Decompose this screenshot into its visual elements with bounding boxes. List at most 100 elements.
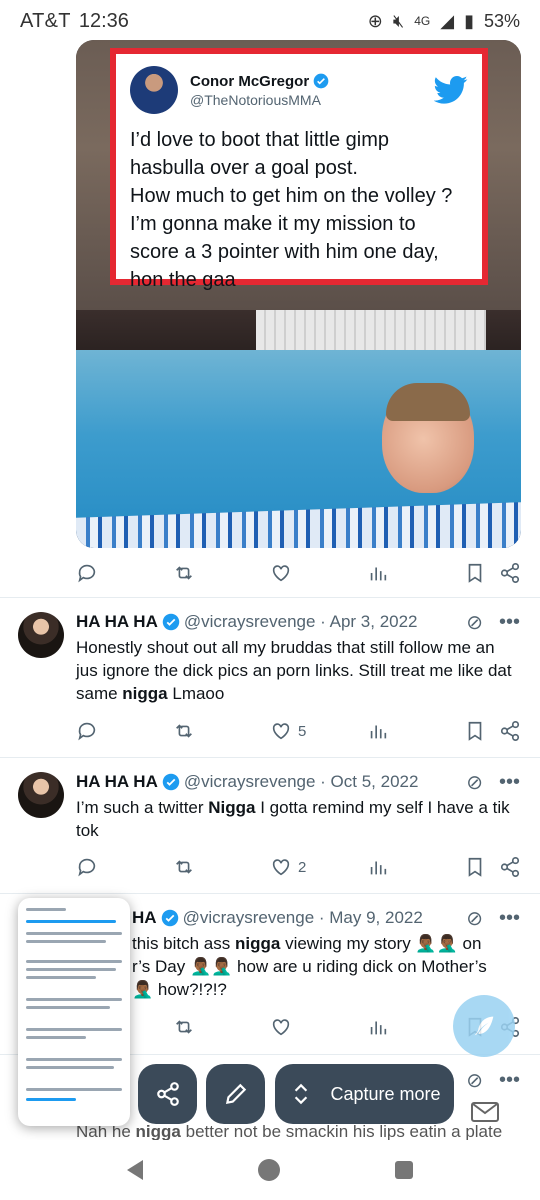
heart-icon	[272, 723, 290, 740]
views-icon	[370, 567, 387, 581]
more-options-icon[interactable]: •••	[499, 771, 520, 794]
compose-fab[interactable]	[453, 995, 515, 1057]
bookmark-icon	[468, 857, 482, 877]
views-button[interactable]	[367, 562, 464, 584]
status-bar: AT&T 12:36 ⊕ 🔇︎ 4G ◢ ▮ 53%	[0, 0, 540, 42]
network-label: 4G	[414, 14, 431, 28]
battery-level: 53%	[483, 10, 520, 31]
retweet-button[interactable]	[173, 720, 270, 742]
bookmark-icon	[468, 563, 482, 583]
grok-icon[interactable]: ⊘	[466, 610, 483, 635]
battery-icon: ▮	[464, 10, 474, 31]
back-icon[interactable]	[127, 1160, 144, 1180]
verified-icon	[162, 773, 180, 791]
author-name[interactable]: HA	[132, 908, 157, 928]
author-name[interactable]: HA HA HA	[76, 772, 158, 792]
twitter-bird-icon	[434, 75, 468, 104]
recents-icon[interactable]	[394, 1161, 413, 1179]
reply-icon	[78, 722, 96, 741]
data-saver-icon: ⊕	[367, 10, 383, 31]
reply-button[interactable]	[76, 562, 173, 584]
like-button[interactable]	[270, 1016, 367, 1038]
bookmark-icon	[468, 721, 482, 741]
retweet-icon	[176, 566, 192, 580]
share-capture-button[interactable]	[138, 1064, 197, 1124]
child-hair	[386, 383, 470, 421]
partial-tweet-options: ⊘ •••	[466, 1068, 520, 1093]
share-button[interactable]	[499, 720, 521, 742]
capture-more-button[interactable]: Capture more	[275, 1064, 454, 1124]
bookmark-button[interactable]	[464, 856, 499, 878]
verified-icon	[313, 73, 329, 89]
share-icon	[500, 721, 520, 741]
reply-button[interactable]	[76, 720, 173, 742]
views-icon	[370, 725, 387, 739]
child-in-pool	[382, 383, 482, 505]
home-icon[interactable]	[257, 1159, 280, 1181]
tweet-text: Honestly shout out all my bruddas that s…	[76, 638, 512, 703]
system-nav-bar	[0, 1140, 540, 1200]
clock: 12:36	[78, 9, 129, 32]
feather-icon	[474, 1016, 494, 1036]
handle-date: @vicraysrevenge · Apr 3, 2022	[183, 612, 418, 631]
quote-avatar	[130, 66, 178, 114]
verified-icon	[161, 909, 178, 927]
like-count: 2	[298, 858, 307, 876]
quote-text: I’d love to boot that little gimp hasbul…	[130, 129, 453, 291]
views-icon	[370, 861, 387, 875]
tweet-actions: 5	[76, 716, 522, 746]
messages-icon[interactable]	[470, 1100, 500, 1124]
share-icon	[500, 857, 520, 877]
like-button[interactable]: 2	[270, 856, 367, 878]
embedded-tweet-card: Conor McGregor @TheNotoriousMMA I’d love…	[110, 48, 488, 291]
grok-icon[interactable]: ⊘	[466, 906, 483, 931]
screenshot-preview-thumbnail[interactable]	[18, 898, 130, 1126]
retweet-button[interactable]	[173, 1016, 270, 1038]
like-button[interactable]: 5	[270, 720, 367, 742]
retweet-icon	[176, 724, 192, 738]
share-button[interactable]	[499, 856, 521, 878]
share-icon	[500, 563, 520, 583]
handle-date: @vicraysrevenge · May 9, 2022	[182, 908, 423, 927]
quote-author-name: Conor McGregor	[190, 72, 310, 90]
views-button[interactable]	[367, 856, 464, 878]
reply-icon	[78, 858, 96, 877]
more-options-icon[interactable]: •••	[499, 907, 520, 930]
retweet-button[interactable]	[173, 856, 270, 878]
verified-icon	[162, 613, 180, 631]
share-button[interactable]	[499, 562, 521, 584]
edit-capture-button[interactable]	[206, 1064, 265, 1124]
mute-icon: 🔇︎	[392, 10, 405, 31]
retweet-button[interactable]	[173, 562, 270, 584]
tweet-text: this bitch ass nigga viewing my story 🤦🏾…	[132, 934, 487, 999]
tweet-text: I’m such a twitter Nigga I gotta remind …	[76, 798, 510, 840]
views-button[interactable]	[367, 720, 464, 742]
tweet-actions	[76, 558, 522, 588]
reply-button[interactable]	[76, 856, 173, 878]
grok-icon[interactable]: ⊘	[466, 1068, 483, 1093]
heart-icon	[272, 859, 290, 876]
views-button[interactable]	[367, 1016, 464, 1038]
more-options-icon[interactable]: •••	[499, 1069, 520, 1092]
views-icon	[370, 1021, 387, 1035]
avatar[interactable]	[18, 612, 64, 658]
retweet-icon	[176, 860, 192, 874]
bookmark-button[interactable]	[464, 720, 499, 742]
handle-date: @vicraysrevenge · Oct 5, 2022	[183, 772, 419, 791]
like-count: 5	[298, 722, 307, 740]
bookmark-button[interactable]	[464, 562, 499, 584]
grok-icon[interactable]: ⊘	[466, 770, 483, 795]
pencil-icon	[225, 1083, 246, 1105]
share-icon	[156, 1082, 179, 1106]
tweet-actions: 2	[76, 852, 522, 882]
heart-icon	[272, 1019, 290, 1036]
retweet-icon	[176, 1020, 192, 1034]
author-name[interactable]: HA HA HA	[76, 612, 158, 632]
scroll-expand-icon	[295, 1083, 308, 1105]
like-button[interactable]	[270, 562, 367, 584]
avatar[interactable]	[18, 772, 64, 818]
carrier-label: AT&T	[20, 9, 71, 32]
capture-more-label: Capture more	[330, 1083, 441, 1104]
more-options-icon[interactable]: •••	[499, 611, 520, 634]
heart-icon	[272, 565, 290, 582]
